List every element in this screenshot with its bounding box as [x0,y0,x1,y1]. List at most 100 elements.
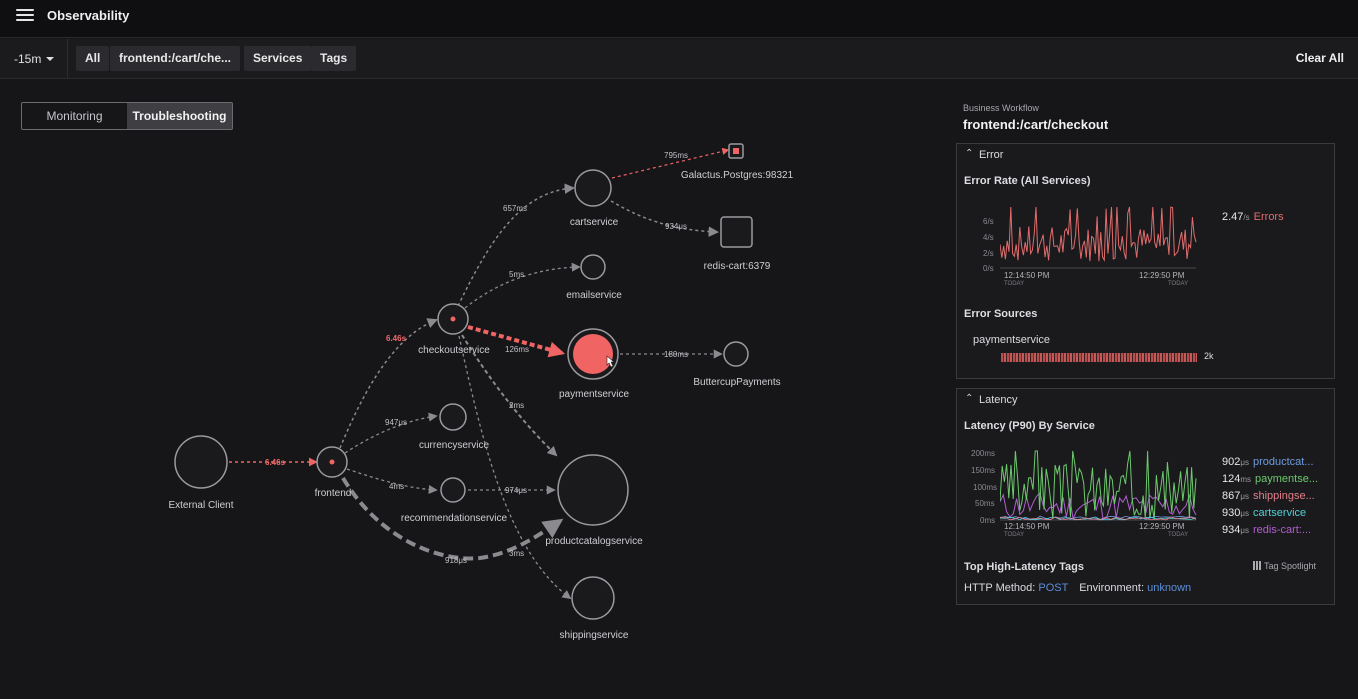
legend-value: 867 [1222,490,1241,502]
label-galactus-postgres: Galactus.Postgres:98321 [681,170,794,181]
edge-label-payment-buttercup: 180ms [664,350,688,359]
node-cartservice[interactable] [574,169,612,207]
filter-chip-tags[interactable]: Tags [311,46,357,71]
view-mode-toggle: Monitoring Troubleshooting [21,102,233,130]
error-source-bar [1001,353,1197,362]
legend-value: 934 [1222,524,1241,536]
node-shippingservice[interactable] [571,576,615,620]
label-redis-cart: redis-cart:6379 [704,261,771,272]
legend-unit: μs [1240,492,1249,501]
tag-environment-key: Environment: [1079,582,1145,594]
label-checkoutservice: checkoutservice [418,345,490,356]
collapse-toggle-icon[interactable]: ⌃ [965,148,973,159]
error-rate-title: Error Rate (All Services) [964,175,1091,187]
label-recommendationservice: recommendationservice [401,513,508,524]
error-value: 2.47 [1222,211,1244,223]
legend-value: 902 [1222,456,1241,468]
latency-legend-row[interactable]: 867μs shippingse... [1222,490,1315,502]
error-panel-title: Error [979,149,1004,161]
label-emailservice: emailservice [566,290,622,301]
label-buttercuppayments: ButtercupPayments [693,377,780,388]
service-map: 6.46s 6.46s 657ms 795ms 934μs 5ms 126ms … [168,143,794,641]
node-recommendationservice[interactable] [440,477,466,503]
tag-http-method-key: HTTP Method: [964,582,1036,594]
node-currencyservice[interactable] [439,403,467,431]
latency-time-start: 12:14:50 PM [1004,522,1050,531]
filter-chip-all[interactable]: All [76,46,110,71]
tag-spotlight-link[interactable]: Tag Spotlight [1253,561,1316,571]
filter-chip-services[interactable]: Services [244,46,312,71]
latency-y-tick: 0ms [980,516,996,525]
error-y-tick: 4/s [983,233,994,242]
label-external-client: External Client [168,500,233,511]
latency-day-start: TODAY [1004,532,1025,538]
error-day-end: TODAY [1168,281,1189,287]
edge-label-cart-redis: 934μs [665,222,687,231]
latency-y-tick: 200ms [971,449,996,458]
edge-label-checkout-cart: 657ms [503,204,527,213]
edge-label-checkout-payment: 126ms [505,345,529,354]
tab-monitoring[interactable]: Monitoring [22,103,127,129]
legend-unit: μs [1240,458,1249,467]
time-range-select[interactable]: -15m [4,39,68,79]
error-current-value: 2.47/s Errors [1222,211,1284,223]
node-external-client[interactable] [174,435,228,489]
edge-label-checkout-email: 5ms [509,270,524,279]
error-y-tick: 6/s [983,217,994,226]
latency-legend-row[interactable]: 124ms paymentse... [1222,473,1318,485]
node-buttercuppayments[interactable] [723,341,749,367]
filter-bar: -15m All frontend:/cart/che... Services … [0,39,1358,79]
latency-time-end: 12:29:50 PM [1139,522,1185,531]
chevron-down-icon [46,57,55,61]
collapse-toggle-icon[interactable]: ⌃ [965,393,973,404]
top-bar: Observability [0,0,1358,38]
edge-cart-redis[interactable] [610,200,720,237]
latency-legend-row[interactable]: 934μs redis-cart:... [1222,524,1311,536]
edge-label-recommendation-productcatalog: 974μs [505,486,527,495]
legend-unit: μs [1240,509,1249,518]
tag-environment-value[interactable]: unknown [1147,582,1191,594]
latency-panel-header[interactable]: ⌃ Latency [957,389,1334,411]
node-galactus-error-fill [733,148,739,154]
node-emailservice[interactable] [580,254,606,280]
edge-label-checkout-shipping: 3ms [509,549,524,558]
error-sources-title: Error Sources [964,308,1038,320]
error-y-tick: 2/s [983,249,994,258]
latency-y-tick: 100ms [973,483,998,492]
edge-label-frontend-productcatalog: 918μs [445,556,467,565]
filter-chip-workflow[interactable]: frontend:/cart/che... [110,46,241,71]
latency-tags: HTTP Method: POST Environment: unknown [964,582,1191,594]
bar-chart-icon [1253,561,1262,570]
node-checkout-error-dot [450,316,456,322]
node-productcatalogservice[interactable] [557,454,629,526]
clear-all-button[interactable]: Clear All [1296,51,1344,65]
label-productcatalogservice: productcatalogservice [545,536,643,547]
node-paymentservice[interactable] [573,334,613,374]
label-shippingservice: shippingservice [560,630,629,641]
error-unit: /s [1243,213,1250,222]
legend-name: redis-cart:... [1252,524,1312,536]
tab-troubleshooting[interactable]: Troubleshooting [127,103,232,129]
legend-name: paymentse... [1255,473,1319,485]
latency-panel-title: Latency [979,394,1018,406]
latency-legend-row[interactable]: 902μs productcat... [1222,456,1314,468]
node-redis-cart[interactable] [720,216,753,248]
latency-y-tick: 50ms [975,499,995,508]
legend-name: productcat... [1252,456,1314,468]
tag-spotlight-label: Tag Spotlight [1264,561,1317,571]
edge-label-frontend-recommendation: 4ms [389,482,404,491]
edge-checkout-shipping[interactable] [458,335,572,600]
edge-label-cart-galactus: 795ms [664,151,688,160]
time-range-value: -15m [14,52,42,66]
label-frontend: frontend [315,488,352,499]
latency-legend-row[interactable]: 930μs cartservice [1222,507,1306,519]
label-cartservice: cartservice [570,217,619,228]
error-panel-header[interactable]: ⌃ Error [957,144,1334,166]
latency-chart [1000,450,1197,521]
node-frontend-error-dot [329,459,335,465]
tag-http-method-value[interactable]: POST [1038,582,1068,594]
app-title: Observability [47,8,130,23]
error-source-name[interactable]: paymentservice [973,334,1050,346]
hamburger-menu-icon[interactable] [16,9,34,25]
error-time-end: 12:29:50 PM [1139,271,1185,280]
